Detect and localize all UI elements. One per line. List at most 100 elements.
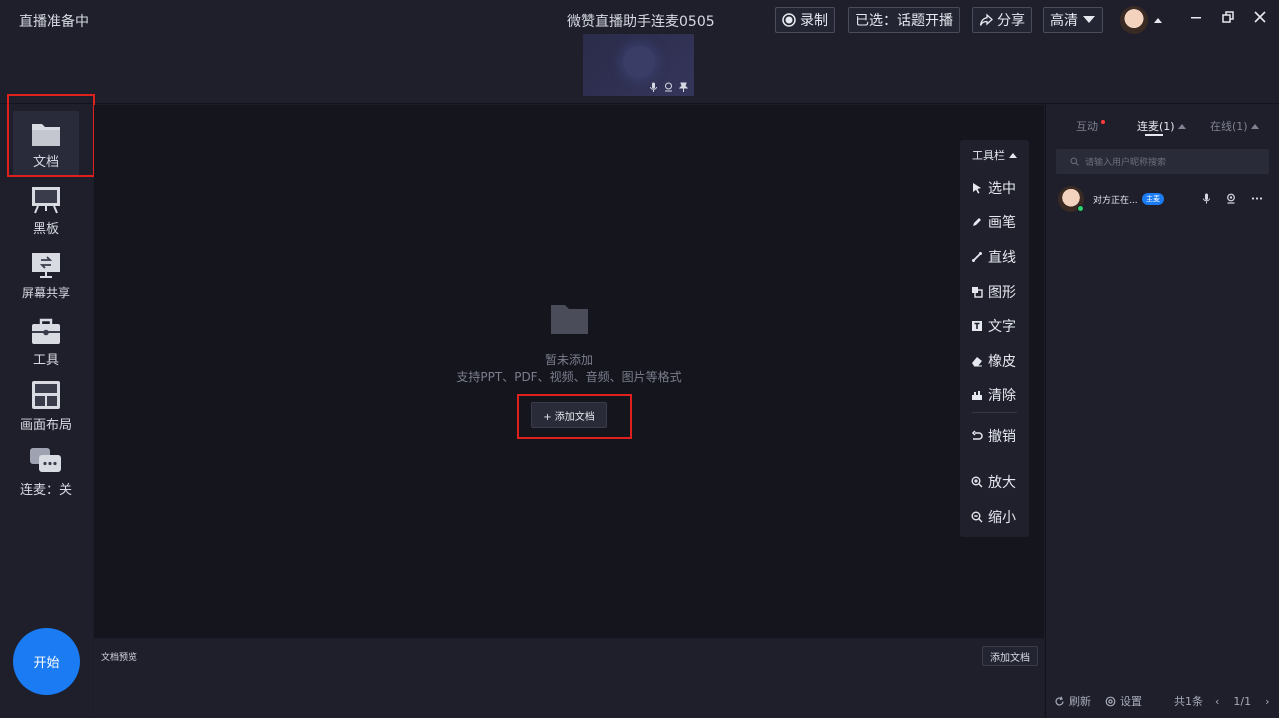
caret-up-icon[interactable] xyxy=(1154,18,1162,23)
minimize-icon[interactable] xyxy=(1188,10,1204,26)
host-badge: 主麦 xyxy=(1142,193,1164,205)
tab-co-host[interactable]: 连麦(1) xyxy=(1137,118,1186,134)
tab-online[interactable]: 在线(1) xyxy=(1210,118,1259,134)
toolbox-icon xyxy=(32,318,60,344)
sidebar-item-tools[interactable]: 工具 xyxy=(13,317,79,368)
tool-clear[interactable]: 清除 xyxy=(971,385,1016,405)
prev-page-icon[interactable]: ‹ xyxy=(1215,695,1219,708)
sidebar-item-label: 工具 xyxy=(32,353,59,368)
sidebar-item-label: 画面布局 xyxy=(19,418,72,433)
user-name: 对方正在... xyxy=(1093,196,1138,206)
tool-shape[interactable]: 图形 xyxy=(971,282,1016,302)
user-search-input[interactable]: 请输入用户昵称搜索 xyxy=(1056,149,1269,174)
undo-icon xyxy=(971,430,983,440)
eraser-icon xyxy=(972,357,982,367)
user-avatar[interactable] xyxy=(1120,6,1148,34)
sidebar-item-label: 连麦：关 xyxy=(19,483,72,498)
tool-label: 清除 xyxy=(988,388,1016,404)
caret-up-icon xyxy=(1009,152,1017,158)
search-placeholder: 请输入用户昵称搜索 xyxy=(1085,158,1167,168)
page-indicator: 1/1 xyxy=(1233,694,1252,708)
tool-pen[interactable]: 画笔 xyxy=(971,212,1016,232)
online-status-dot xyxy=(1077,205,1084,212)
camera-icon[interactable] xyxy=(664,82,673,92)
topic-label: 已选：话题开播 xyxy=(855,13,953,29)
drawing-toolbar: 工具栏 选中 画笔 直线 图形 文字 橡皮 清除 撤销 放大 缩小 xyxy=(960,140,1029,537)
window-title: 微赞直播助手连麦0505 xyxy=(567,14,715,30)
settings-label: 设置 xyxy=(1120,695,1142,708)
start-live-button[interactable]: 开始 xyxy=(13,628,80,695)
restore-icon[interactable] xyxy=(1220,10,1236,26)
quality-label: 高清 xyxy=(1050,13,1078,29)
close-icon[interactable] xyxy=(1252,10,1268,26)
pagination: 共1条 ‹ 1/1 › xyxy=(1174,693,1270,709)
tool-zoom-in[interactable]: 放大 xyxy=(971,472,1016,492)
tool-select[interactable]: 选中 xyxy=(971,178,1016,198)
tool-text[interactable]: 文字 xyxy=(971,316,1016,336)
refresh-label: 刷新 xyxy=(1069,695,1091,708)
text-icon xyxy=(972,321,982,331)
highlight-box-add-document xyxy=(517,394,632,439)
document-stage: 暂未添加 支持PPT、PDF、视频、音频、图片等格式 + 添加文档 xyxy=(94,105,1044,638)
tool-undo[interactable]: 撤销 xyxy=(971,426,1016,446)
camera-icon[interactable] xyxy=(1226,193,1236,204)
highlight-box-document xyxy=(7,94,95,177)
settings-button[interactable]: 设置 xyxy=(1105,693,1142,709)
microphone-icon[interactable] xyxy=(1202,193,1211,204)
sidebar-item-label: 黑板 xyxy=(32,222,59,237)
record-button[interactable]: 录制 xyxy=(775,7,835,33)
screen-share-icon xyxy=(32,253,60,278)
tool-eraser[interactable]: 橡皮 xyxy=(971,351,1016,371)
topic-select-button[interactable]: 已选：话题开播 xyxy=(848,7,960,33)
tool-label: 放大 xyxy=(988,475,1016,491)
right-panel: 互动 连麦(1) 在线(1) 请输入用户昵称搜索 对方正在... 主麦 刷新 设… xyxy=(1045,104,1279,718)
refresh-icon xyxy=(1055,696,1064,705)
tool-label: 缩小 xyxy=(988,510,1016,526)
tab-label: 互动 xyxy=(1076,120,1098,133)
clear-icon xyxy=(972,391,982,400)
more-icon[interactable] xyxy=(1251,193,1263,204)
search-icon xyxy=(1070,157,1079,166)
sidebar-item-co-host[interactable]: 连麦：关 xyxy=(13,447,79,498)
toolbar-title: 工具栏 xyxy=(972,149,1005,162)
tool-zoom-out[interactable]: 缩小 xyxy=(971,507,1016,527)
refresh-button[interactable]: 刷新 xyxy=(1054,693,1091,709)
active-tab-underline xyxy=(1145,134,1163,136)
next-page-icon[interactable]: › xyxy=(1265,695,1269,708)
tool-line[interactable]: 直线 xyxy=(971,247,1016,267)
share-button[interactable]: 分享 xyxy=(972,7,1032,33)
shape-icon xyxy=(972,287,983,298)
camera-preview[interactable] xyxy=(583,34,694,96)
co-host-user-row[interactable]: 对方正在... 主麦 xyxy=(1056,185,1269,215)
pen-icon xyxy=(973,218,981,226)
total-count: 共1条 xyxy=(1174,695,1203,708)
left-sidebar: 文档 黑板 屏幕共享 工具 画面布局 连麦：关 开始 xyxy=(0,104,93,718)
cursor-icon xyxy=(973,183,981,194)
empty-folder-icon xyxy=(551,305,588,334)
sidebar-item-layout[interactable]: 画面布局 xyxy=(13,380,79,433)
tool-label: 直线 xyxy=(988,250,1016,266)
sidebar-item-blackboard[interactable]: 黑板 xyxy=(13,186,79,237)
document-preview-bar: 文档预览 添加文档 xyxy=(94,639,1044,718)
add-document-small-button[interactable]: 添加文档 xyxy=(982,646,1038,666)
blackboard-icon xyxy=(32,187,60,214)
tool-label: 画笔 xyxy=(988,215,1016,231)
quality-dropdown[interactable]: 高清 xyxy=(1043,7,1103,33)
sidebar-item-screen-share[interactable]: 屏幕共享 xyxy=(13,252,79,301)
toolbar-header[interactable]: 工具栏 xyxy=(972,147,1017,163)
share-icon xyxy=(979,13,993,26)
tab-interaction[interactable]: 互动 xyxy=(1076,118,1105,134)
tab-label: 在线(1) xyxy=(1210,120,1248,133)
chat-bubbles-icon xyxy=(30,448,61,472)
tab-label: 连麦(1) xyxy=(1137,120,1175,133)
toolbar-divider xyxy=(972,412,1017,413)
record-icon xyxy=(782,13,796,27)
share-label: 分享 xyxy=(997,13,1025,29)
line-icon xyxy=(972,252,982,262)
tool-label: 文字 xyxy=(988,319,1016,335)
pin-icon[interactable] xyxy=(679,82,688,92)
zoom-in-icon xyxy=(971,476,983,488)
unread-dot xyxy=(1101,120,1105,124)
sidebar-item-label: 屏幕共享 xyxy=(21,286,70,300)
microphone-icon[interactable] xyxy=(649,82,658,92)
